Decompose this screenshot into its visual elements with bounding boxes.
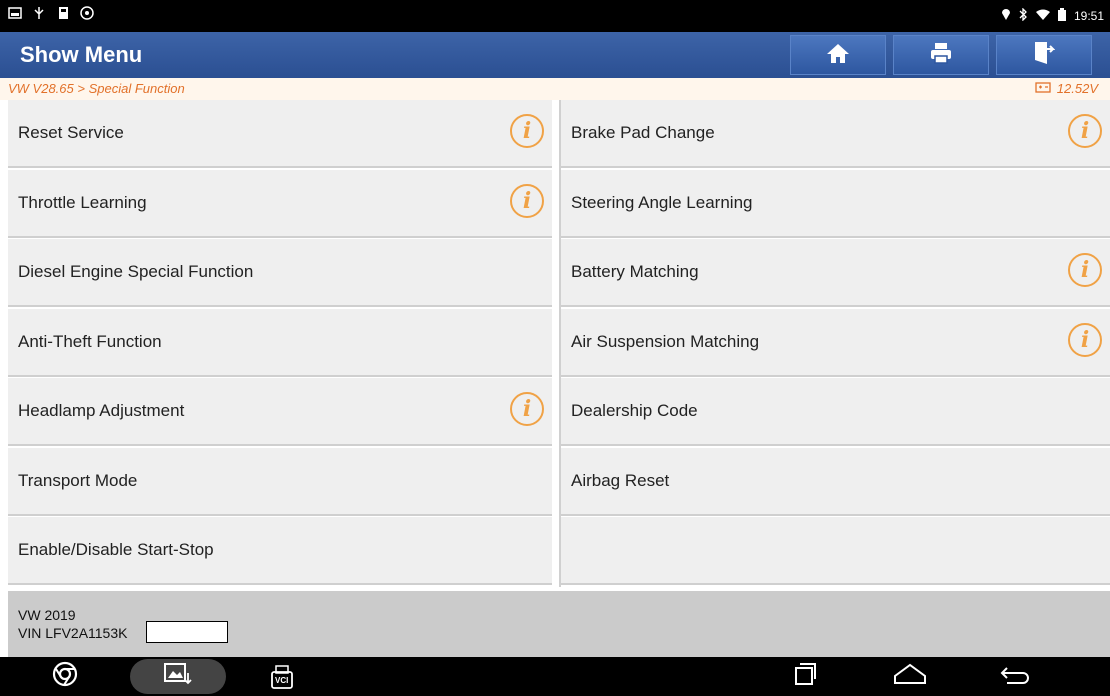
bluetooth-icon: [1019, 7, 1028, 24]
exit-button[interactable]: [996, 35, 1092, 75]
menu-item-label: Diesel Engine Special Function: [18, 262, 254, 281]
info-icon[interactable]: i: [510, 184, 544, 218]
info-icon[interactable]: i: [1068, 253, 1102, 287]
voltage-value: 12.52V: [1056, 81, 1098, 96]
usb-debug-icon: [32, 6, 46, 20]
info-icon[interactable]: i: [510, 392, 544, 426]
menu-item-airbag-reset[interactable]: Airbag Reset: [561, 448, 1110, 516]
special-function-menu: Reset Service i Throttle Learning i Dies…: [8, 100, 1110, 587]
menu-item-headlamp-adjustment[interactable]: Headlamp Adjustment i: [8, 378, 552, 446]
menu-item-label: Air Suspension Matching: [571, 332, 760, 351]
menu-item-label: Brake Pad Change: [571, 123, 715, 142]
menu-item-anti-theft-function[interactable]: Anti-Theft Function: [8, 309, 552, 377]
home-nav-button[interactable]: [885, 659, 935, 694]
screenshot-icon: [8, 6, 22, 20]
menu-item-empty: [561, 517, 1110, 585]
menu-item-label: Enable/Disable Start-Stop: [18, 540, 214, 559]
chrome-icon: [52, 661, 78, 692]
home-icon: [826, 42, 850, 69]
menu-item-label: Reset Service: [18, 123, 124, 142]
menu-item-label: Steering Angle Learning: [571, 193, 753, 212]
info-icon[interactable]: i: [1068, 323, 1102, 357]
battery-voltage: 12.52V: [1035, 81, 1098, 96]
menu-item-reset-service[interactable]: Reset Service i: [8, 100, 552, 168]
menu-item-dealership-code[interactable]: Dealership Code: [561, 378, 1110, 446]
status-bar: 19:51: [0, 0, 1110, 32]
menu-item-label: Dealership Code: [571, 401, 698, 420]
home-button[interactable]: [790, 35, 886, 75]
vci-icon: VCI: [269, 664, 295, 690]
page-title: Show Menu: [20, 42, 143, 67]
clock-time: 19:51: [1073, 9, 1104, 23]
vci-button[interactable]: VCI: [262, 659, 302, 694]
recent-apps-button[interactable]: [780, 659, 830, 694]
menu-item-brake-pad-change[interactable]: Brake Pad Change i: [561, 100, 1110, 168]
vin-redaction-box: [146, 621, 228, 643]
menu-item-label: Anti-Theft Function: [18, 332, 162, 351]
browser-button[interactable]: [45, 659, 85, 694]
vehicle-model-year: VW 2019: [18, 607, 76, 623]
info-icon[interactable]: i: [510, 114, 544, 148]
status-icons-right: 19:51: [1001, 7, 1104, 24]
battery-icon: [1057, 8, 1066, 24]
recent-apps-icon: [792, 661, 818, 692]
back-button[interactable]: [990, 659, 1040, 694]
menu-item-label: Battery Matching: [571, 262, 699, 281]
wifi-icon: [1035, 9, 1050, 24]
menu-item-throttle-learning[interactable]: Throttle Learning i: [8, 170, 552, 238]
vehicle-info-footer: VW 2019 VIN LFV2A1153K: [8, 591, 1110, 657]
location-icon: [1001, 8, 1011, 24]
exit-door-icon: [1033, 41, 1056, 70]
breadcrumb-bar: VW V28.65 > Special Function 12.52V: [0, 78, 1110, 100]
menu-item-label: Headlamp Adjustment: [18, 401, 185, 420]
vci-label: VCI: [275, 675, 289, 685]
car-battery-icon: [1035, 81, 1051, 96]
back-arrow-icon: [999, 662, 1031, 691]
menu-item-air-suspension-matching[interactable]: Air Suspension Matching i: [561, 309, 1110, 377]
app-notification-icon: [80, 6, 94, 20]
gallery-button[interactable]: [130, 659, 226, 694]
status-icons-left: [8, 6, 94, 20]
menu-item-label: Transport Mode: [18, 471, 138, 490]
breadcrumb: VW V28.65 > Special Function: [8, 81, 185, 96]
gallery-download-icon: [163, 661, 193, 692]
print-button[interactable]: [893, 35, 989, 75]
menu-item-battery-matching[interactable]: Battery Matching i: [561, 239, 1110, 307]
menu-item-transport-mode[interactable]: Transport Mode: [8, 448, 552, 516]
navigation-bar: VCI: [0, 657, 1110, 696]
printer-icon: [930, 42, 952, 69]
menu-item-steering-angle-learning[interactable]: Steering Angle Learning: [561, 170, 1110, 238]
info-icon[interactable]: i: [1068, 114, 1102, 148]
title-bar: Show Menu: [0, 32, 1110, 78]
menu-item-diesel-engine-special-function[interactable]: Diesel Engine Special Function: [8, 239, 552, 307]
menu-item-label: Airbag Reset: [571, 471, 670, 490]
sd-card-icon: [56, 6, 70, 20]
home-triangle-icon: [892, 662, 928, 691]
menu-item-enable-disable-start-stop[interactable]: Enable/Disable Start-Stop: [8, 517, 552, 585]
menu-item-label: Throttle Learning: [18, 193, 147, 212]
vin-number: VIN LFV2A1153K: [18, 625, 128, 641]
